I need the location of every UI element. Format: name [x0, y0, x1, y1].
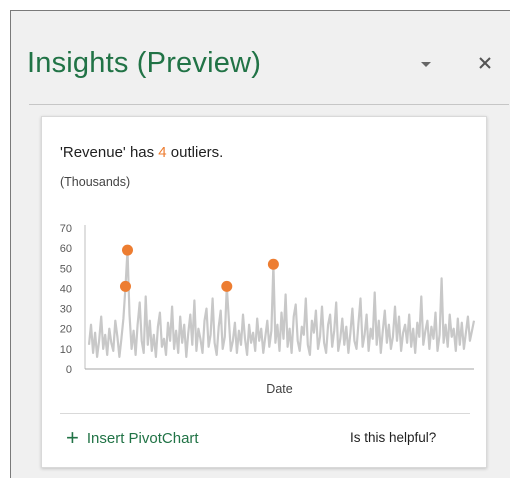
y-tick-label: 70: [60, 223, 72, 235]
title-divider: [29, 104, 509, 105]
outlier-point: [267, 258, 279, 270]
pane-title: Insights (Preview): [27, 47, 262, 79]
outlier-point: [221, 280, 233, 292]
revenue-chart: 0 10 20 30 40 50 60 70 Date: [60, 223, 476, 396]
y-tick-label: 10: [60, 344, 72, 356]
feedback-link[interactable]: Is this helpful?: [350, 430, 436, 445]
insert-pivotchart-button[interactable]: + Insert PivotChart: [66, 427, 199, 449]
outlier-point: [119, 280, 131, 292]
y-tick-label: 30: [60, 304, 72, 316]
y-tick-label: 40: [60, 283, 72, 295]
x-axis-label: Date: [266, 382, 292, 396]
card-divider: [60, 413, 470, 414]
y-tick-label: 0: [66, 364, 72, 376]
dropdown-triangle-icon[interactable]: [419, 59, 433, 69]
y-tick-label: 50: [60, 263, 72, 275]
close-icon[interactable]: [477, 55, 493, 71]
y-tick-label: 20: [60, 324, 72, 336]
series-line: [87, 249, 476, 358]
outlier-point: [122, 244, 133, 256]
plus-icon: +: [66, 425, 79, 450]
insights-pane: Insights (Preview) 'Revenue' has 4 outli…: [10, 10, 510, 478]
insert-pivotchart-label: Insert PivotChart: [86, 429, 199, 447]
insight-card: 'Revenue' has 4 outliers. (Thousands) 01…: [41, 116, 487, 468]
y-tick-label: 60: [60, 243, 72, 255]
